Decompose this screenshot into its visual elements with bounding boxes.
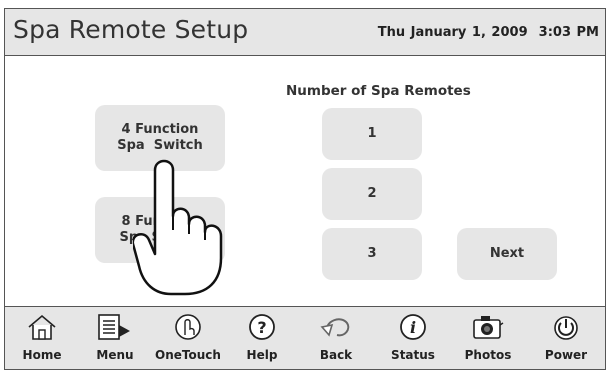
toolbar-label: Home xyxy=(22,348,62,362)
toolbar-label: OneTouch xyxy=(155,348,221,362)
svg-text:?: ? xyxy=(257,318,266,337)
toolbar-power-button[interactable]: Power xyxy=(531,307,601,367)
bottom-toolbar: Home Menu OneTouch ? Help Back i Status … xyxy=(5,306,605,369)
status-icon: i xyxy=(400,314,426,340)
remote-count-1-button[interactable]: 1 xyxy=(322,108,422,160)
button-line-2: Spa Switch xyxy=(117,138,203,153)
back-icon xyxy=(320,318,350,337)
number-of-remotes-label: Number of Spa Remotes xyxy=(286,83,471,99)
camera-icon xyxy=(473,316,504,339)
toolbar-label: Back xyxy=(319,348,353,362)
toolbar-help-button[interactable]: ? Help xyxy=(227,307,297,367)
power-icon xyxy=(554,316,578,340)
toolbar-menu-button[interactable]: Menu xyxy=(80,307,150,367)
svg-text:i: i xyxy=(410,318,416,337)
help-icon: ? xyxy=(249,314,275,340)
screen-frame: Spa Remote Setup Thu January 1, 2009 3:0… xyxy=(4,8,606,370)
toolbar-label: Power xyxy=(544,348,588,362)
date-time: Thu January 1, 2009 3:03 PM xyxy=(377,25,599,40)
header-bar: Spa Remote Setup Thu January 1, 2009 3:0… xyxy=(5,9,605,56)
remote-count-2-button[interactable]: 2 xyxy=(322,168,422,220)
toolbar-onetouch-button[interactable]: OneTouch xyxy=(153,307,223,367)
next-button[interactable]: Next xyxy=(457,228,557,280)
onetouch-icon xyxy=(175,314,201,340)
toolbar-label: Status xyxy=(391,348,435,362)
home-icon xyxy=(28,314,56,340)
menu-icon xyxy=(98,314,130,340)
toolbar-home-button[interactable]: Home xyxy=(7,307,77,367)
toolbar-status-button[interactable]: i Status xyxy=(378,307,448,367)
button-line-1: 4 Function xyxy=(121,121,199,137)
page-title: Spa Remote Setup xyxy=(13,15,249,44)
toolbar-photos-button[interactable]: Photos xyxy=(453,307,523,367)
toolbar-back-button[interactable]: Back xyxy=(301,307,371,367)
toolbar-label: Help xyxy=(246,348,278,362)
toolbar-label: Photos xyxy=(464,348,512,362)
toolbar-label: Menu xyxy=(96,348,134,362)
remote-count-3-button[interactable]: 3 xyxy=(322,228,422,280)
pointing-hand-icon xyxy=(133,159,223,296)
